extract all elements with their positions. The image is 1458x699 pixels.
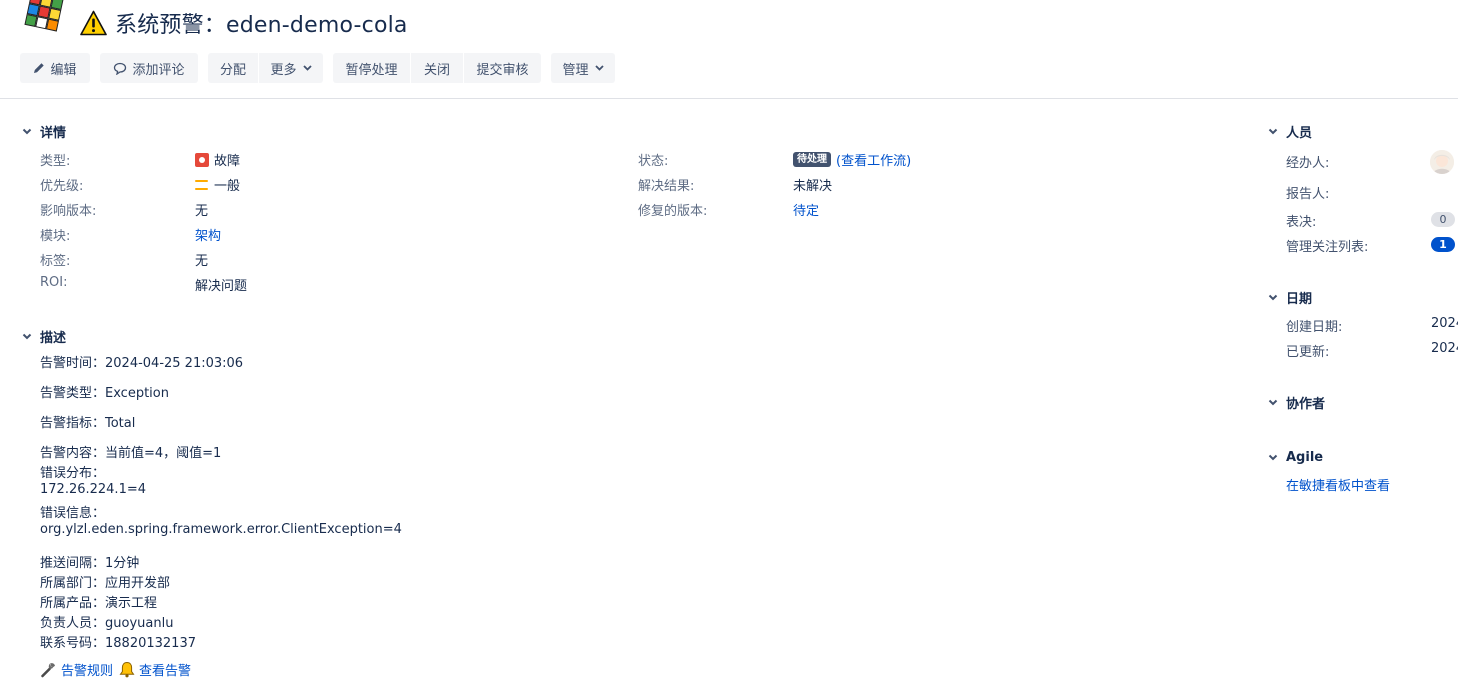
assignee-label: 经办人: bbox=[1286, 156, 1330, 171]
description-line: 错误信息： bbox=[40, 506, 106, 521]
alert-rule-link[interactable]: 告警规则 bbox=[61, 660, 113, 679]
field-label-component: 模块: bbox=[40, 229, 71, 244]
description-line: 告警内容：当前值=4，阈值=1 bbox=[40, 446, 222, 461]
field-label-type: 类型: bbox=[40, 154, 71, 169]
view-alert-link[interactable]: 查看告警 bbox=[139, 660, 191, 679]
pause-label: 暂停处理 bbox=[345, 62, 398, 78]
chevron-down-icon bbox=[1266, 396, 1280, 410]
add-comment-label: 添加评论 bbox=[132, 62, 185, 78]
agile-heading: Agile bbox=[1286, 450, 1324, 465]
agile-section-header[interactable]: Agile bbox=[1266, 450, 1323, 465]
watchers-count-badge[interactable]: 1 bbox=[1431, 237, 1455, 252]
comment-icon bbox=[113, 62, 127, 75]
field-label-affects-version: 影响版本: bbox=[40, 204, 97, 219]
pause-button[interactable]: 暂停处理 bbox=[333, 53, 410, 83]
description-line: 负责人员：guoyuanlu bbox=[40, 616, 174, 631]
chevron-down-icon bbox=[20, 330, 34, 344]
field-value-status: 待处理 (查看工作流) bbox=[793, 150, 911, 169]
project-logo[interactable] bbox=[20, 0, 68, 32]
wrench-icon bbox=[40, 661, 57, 678]
chevron-down-icon bbox=[1266, 125, 1280, 139]
assign-button[interactable]: 分配 bbox=[208, 53, 258, 83]
chevron-down-icon bbox=[1266, 291, 1280, 305]
watchers-label: 管理关注列表: bbox=[1286, 240, 1369, 255]
created-date-label: 创建日期: bbox=[1286, 320, 1343, 335]
field-label-priority: 优先级: bbox=[40, 179, 84, 194]
description-line: 所属部门：应用开发部 bbox=[40, 576, 171, 591]
description-line: 联系号码：18820132137 bbox=[40, 636, 196, 651]
status-badge: 待处理 bbox=[793, 152, 831, 167]
more-label: 更多 bbox=[270, 62, 297, 78]
add-comment-button[interactable]: 添加评论 bbox=[100, 53, 198, 83]
field-value-type: 故障 bbox=[195, 150, 240, 169]
field-label-status: 状态: bbox=[638, 154, 669, 169]
chevron-down-icon bbox=[20, 125, 34, 139]
people-section-header[interactable]: 人员 bbox=[1266, 122, 1312, 141]
chevron-down-icon bbox=[594, 65, 604, 71]
issue-title-row: 系统预警：eden-demo-cola bbox=[80, 6, 408, 40]
field-label-roi: ROI: bbox=[40, 275, 68, 290]
field-label-resolution: 解决结果: bbox=[638, 179, 695, 194]
close-button[interactable]: 关闭 bbox=[411, 53, 463, 83]
field-value-labels: 无 bbox=[195, 254, 209, 269]
manage-label: 管理 bbox=[562, 62, 589, 78]
field-value-affects-version: 无 bbox=[195, 204, 209, 219]
bug-icon bbox=[195, 152, 209, 167]
dates-section-header[interactable]: 日期 bbox=[1266, 288, 1312, 307]
votes-label: 表决: bbox=[1286, 215, 1317, 230]
bell-icon bbox=[119, 661, 135, 678]
field-value-resolution: 未解决 bbox=[793, 179, 833, 194]
description-heading: 描述 bbox=[40, 331, 67, 346]
submit-review-button[interactable]: 提交审核 bbox=[464, 53, 541, 83]
pencil-icon bbox=[33, 62, 45, 74]
description-line: 172.26.224.1=4 bbox=[40, 482, 146, 497]
manage-button[interactable]: 管理 bbox=[551, 53, 615, 83]
warning-icon bbox=[80, 10, 107, 36]
description-section-header[interactable]: 描述 bbox=[20, 327, 66, 346]
view-workflow-link[interactable]: (查看工作流) bbox=[836, 150, 911, 169]
field-value-roi: 解决问题 bbox=[195, 279, 248, 294]
fix-version-link[interactable]: 待定 bbox=[793, 200, 819, 219]
avatar[interactable] bbox=[1430, 150, 1454, 174]
description-line: 告警指标：Total bbox=[40, 416, 136, 431]
collaborators-heading: 协作者 bbox=[1286, 397, 1326, 412]
view-in-agile-board-link[interactable]: 在敏捷看板中查看 bbox=[1286, 475, 1390, 494]
header-divider bbox=[0, 98, 1458, 99]
votes-count-badge[interactable]: 0 bbox=[1431, 212, 1455, 227]
issue-title: 系统预警：eden-demo-cola bbox=[115, 13, 408, 38]
field-value-priority: 一般 bbox=[195, 175, 240, 194]
description-line: 推送间隔：1分钟 bbox=[40, 556, 140, 571]
description-line: org.ylzl.eden.spring.framework.error.Cli… bbox=[40, 522, 402, 537]
submit-review-label: 提交审核 bbox=[476, 62, 529, 78]
description-links: 告警规则 查看告警 bbox=[40, 660, 197, 679]
component-link[interactable]: 架构 bbox=[195, 225, 221, 244]
description-line: 告警时间：2024-04-25 21:03:06 bbox=[40, 356, 244, 371]
created-date-value: 2024 bbox=[1431, 316, 1458, 331]
details-heading: 详情 bbox=[40, 126, 67, 141]
type-value: 故障 bbox=[214, 154, 241, 169]
assign-label: 分配 bbox=[219, 62, 246, 78]
updated-date-label: 已更新: bbox=[1286, 345, 1330, 360]
field-label-fix-version: 修复的版本: bbox=[638, 204, 708, 219]
dates-heading: 日期 bbox=[1286, 292, 1313, 307]
people-heading: 人员 bbox=[1286, 126, 1313, 141]
description-line: 错误分布： bbox=[40, 466, 106, 481]
description-line: 所属产品：演示工程 bbox=[40, 596, 158, 611]
more-button[interactable]: 更多 bbox=[259, 53, 323, 83]
priority-value: 一般 bbox=[214, 179, 241, 194]
edit-button-label: 编辑 bbox=[50, 62, 77, 78]
reporter-label: 报告人: bbox=[1286, 187, 1330, 202]
collaborators-section-header[interactable]: 协作者 bbox=[1266, 393, 1325, 412]
chevron-down-icon bbox=[1266, 451, 1280, 465]
field-label-labels: 标签: bbox=[40, 254, 71, 269]
description-line: 告警类型：Exception bbox=[40, 386, 169, 401]
priority-medium-icon bbox=[195, 179, 208, 190]
close-label: 关闭 bbox=[423, 62, 450, 78]
chevron-down-icon bbox=[302, 65, 312, 71]
edit-button[interactable]: 编辑 bbox=[20, 53, 90, 83]
details-section-header[interactable]: 详情 bbox=[20, 122, 66, 141]
updated-date-value: 2024 bbox=[1431, 341, 1458, 356]
